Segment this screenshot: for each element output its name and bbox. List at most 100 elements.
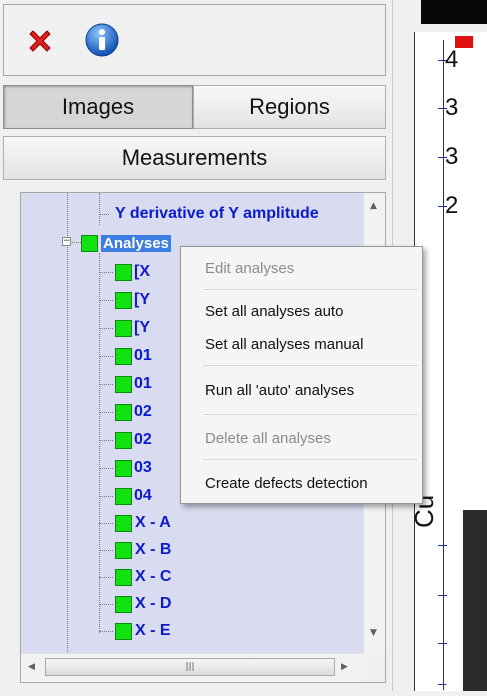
menu-item-run-all-auto[interactable]: Run all 'auto' analyses <box>205 382 354 399</box>
tree-connector <box>99 272 113 273</box>
tree-item-x-c[interactable]: X - C <box>115 567 171 587</box>
horizontal-scrollbar[interactable]: ◀ ||| ▶ <box>21 653 364 682</box>
tree-item-analysis[interactable]: [Y <box>115 318 150 338</box>
tab-regions[interactable]: Regions <box>193 85 386 129</box>
status-box-icon <box>115 263 132 281</box>
tree-item-label: X - B <box>135 541 172 558</box>
tree-item-analysis[interactable]: 01 <box>115 374 152 394</box>
tree-connector <box>99 577 113 578</box>
scroll-left-icon[interactable]: ◀ <box>28 662 35 672</box>
status-box-icon <box>81 234 98 252</box>
menu-separator <box>203 414 418 415</box>
tree-item-x-a[interactable]: X - A <box>115 513 171 533</box>
tree-item-analysis[interactable]: [X <box>115 262 150 282</box>
collapse-toggle[interactable]: − <box>62 237 71 246</box>
status-box-icon <box>115 375 132 393</box>
tree-item-label: 02 <box>134 403 152 420</box>
tree-connector <box>99 604 113 605</box>
tick-label: 3 <box>445 668 459 695</box>
tree-connector <box>99 214 109 215</box>
close-icon[interactable] <box>26 27 54 55</box>
tree-item-x-b[interactable]: X - B <box>115 540 171 560</box>
tree-connector <box>99 193 100 225</box>
tree-item-label: Y derivative of Y amplitude <box>115 205 319 222</box>
tree-item-x-d[interactable]: X - D <box>115 594 171 614</box>
tree-connector <box>99 384 113 385</box>
status-box-icon <box>115 487 132 505</box>
scroll-corner <box>364 654 385 682</box>
menu-item-set-all-auto[interactable]: Set all analyses auto <box>205 303 343 320</box>
status-box-icon <box>115 459 132 477</box>
tree-item-analyses[interactable]: Analyses <box>81 233 171 253</box>
tree-connector <box>99 412 113 413</box>
scroll-up-icon[interactable]: ▲ <box>370 201 377 211</box>
menu-item-edit-analyses[interactable]: Edit analyses <box>205 260 294 277</box>
menu-separator <box>203 289 418 290</box>
tree-item-label: [X <box>134 263 150 280</box>
tree-item-y-derivative[interactable]: Y derivative of Y amplitude <box>115 204 319 224</box>
tick-label: 1 <box>445 581 459 608</box>
tree-item-label: X - D <box>135 595 172 612</box>
status-box-icon <box>115 403 132 421</box>
tab-measurements[interactable]: Measurements <box>3 136 386 180</box>
tree-item-x-e[interactable]: X - E <box>115 621 171 641</box>
tree-item-analysis[interactable]: 02 <box>115 402 152 422</box>
tree-connector <box>67 193 68 654</box>
tree-item-label: X - A <box>135 514 171 531</box>
plot-dark-region <box>463 510 487 691</box>
menu-separator <box>203 459 418 460</box>
status-box-icon <box>115 291 132 309</box>
tree-item-analysis[interactable]: [Y <box>115 290 150 310</box>
menu-item-set-all-manual[interactable]: Set all analyses manual <box>205 336 363 353</box>
tree-connector <box>99 523 113 524</box>
tree-item-analysis[interactable]: 04 <box>115 486 152 506</box>
status-box-icon <box>115 595 132 613</box>
tree-item-label: 04 <box>134 487 152 504</box>
tree-connector <box>99 253 100 633</box>
tree-connector <box>99 631 113 632</box>
tick-label: 3 <box>445 94 459 121</box>
tree-item-label: 02 <box>134 431 152 448</box>
tree-item-label: X - C <box>135 568 172 585</box>
toolbar <box>3 4 386 76</box>
status-box-icon <box>115 622 132 640</box>
status-box-icon <box>115 568 132 586</box>
tree-item-analysis[interactable]: 02 <box>115 430 152 450</box>
tree-item-label: 01 <box>134 375 152 392</box>
tick-label: 2 <box>445 192 459 219</box>
tree-connector <box>99 328 113 329</box>
menu-separator <box>203 365 418 366</box>
tree-connector <box>99 496 113 497</box>
tab-images[interactable]: Images <box>3 85 193 129</box>
status-box-icon <box>115 347 132 365</box>
tree-item-label: Analyses <box>101 234 171 252</box>
menu-item-delete-all[interactable]: Delete all analyses <box>205 430 331 447</box>
tree-item-label: X - E <box>135 622 171 639</box>
tree-item-analysis[interactable]: 03 <box>115 458 152 478</box>
color-scale-strip <box>421 0 487 24</box>
tick-label: 4 <box>445 46 459 73</box>
info-icon[interactable] <box>84 22 120 58</box>
tree-connector <box>99 550 113 551</box>
menu-item-create-defects-detection[interactable]: Create defects detection <box>205 475 368 492</box>
tree-connector <box>99 468 113 469</box>
plot-axis <box>443 40 444 690</box>
status-box-icon <box>115 514 132 532</box>
status-box-icon <box>115 319 132 337</box>
tree-item-label: 03 <box>134 459 152 476</box>
status-box-icon <box>115 541 132 559</box>
status-box-icon <box>115 431 132 449</box>
tree-item-analysis[interactable]: 01 <box>115 346 152 366</box>
scroll-right-icon[interactable]: ▶ <box>341 662 348 672</box>
tree-connector <box>99 300 113 301</box>
tree-connector <box>99 356 113 357</box>
tick-label: 1 <box>445 531 459 558</box>
horizontal-scroll-thumb[interactable]: ||| <box>45 658 335 676</box>
tick-label: 3 <box>445 143 459 170</box>
tree-item-label: [Y <box>134 291 150 308</box>
tree-item-label: [Y <box>134 319 150 336</box>
scroll-down-icon[interactable]: ▼ <box>370 628 377 638</box>
context-menu: Edit analyses Set all analyses auto Set … <box>180 246 423 504</box>
tick-label: 2 <box>445 629 459 656</box>
tree-connector <box>99 440 113 441</box>
